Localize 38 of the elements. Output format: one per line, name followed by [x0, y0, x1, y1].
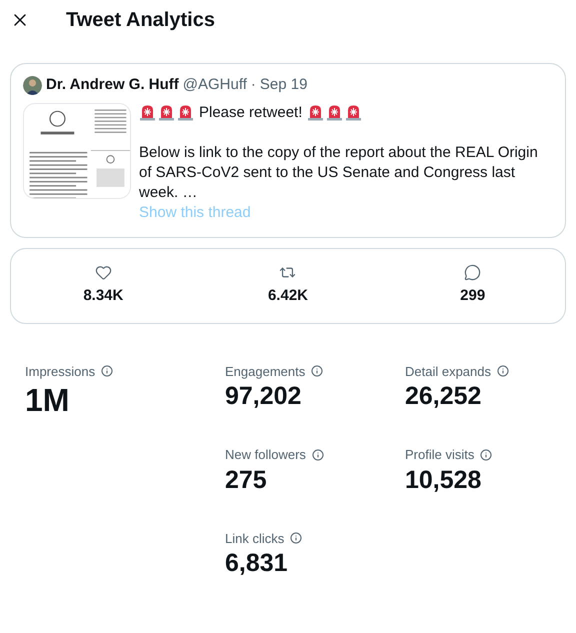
metric-value: 1M — [25, 381, 70, 419]
tweet-headline: Please retweet! — [199, 102, 302, 122]
metric-value: 97,202 — [225, 381, 302, 411]
metric-label: Profile visits — [405, 446, 474, 464]
metric-value: 275 — [225, 464, 268, 494]
engagement-count: 8.34K — [83, 286, 124, 306]
tweet-date: Sep 19 — [260, 75, 308, 95]
metric-label: New followers — [225, 446, 306, 464]
tweet-text: Below is link to the copy of the report about the REAL Origin of SARS-CoV2 sent to the US Senate and Congress last week. … — [139, 142, 539, 202]
info-icon[interactable] — [480, 448, 492, 461]
avatar — [23, 76, 42, 95]
siren-icon — [158, 104, 175, 121]
siren-icon — [326, 104, 344, 121]
siren-icon — [177, 104, 194, 121]
metric-label: Detail expands — [405, 362, 491, 381]
author-handle: @AGHuff — [182, 75, 247, 95]
metric-label: Engagements — [225, 362, 306, 381]
metric-label: Link clicks — [225, 530, 284, 548]
siren-icon — [307, 104, 324, 121]
heart-icon — [94, 264, 112, 281]
separator: · — [250, 75, 256, 95]
metric-value: 6,831 — [225, 548, 289, 578]
siren-icon — [139, 104, 156, 121]
info-icon[interactable] — [290, 532, 302, 544]
engagement-count: 6.42K — [268, 286, 308, 306]
metric-value: 10,528 — [405, 464, 482, 494]
info-icon[interactable] — [312, 448, 324, 461]
siren-icon — [345, 104, 362, 121]
tweet-card[interactable]: Dr. Andrew G. Huff @AGHuff · Sep 19 Please retweet! Below is link to the copy of the report about the REAL Origin of SARS-CoV2 sent to the US Senate and Congress last week. … Show this thread — [10, 63, 566, 238]
info-icon[interactable] — [311, 365, 324, 378]
speech-bubble-icon — [464, 264, 482, 281]
metric-value: 26,252 — [405, 381, 482, 411]
info-icon[interactable] — [497, 365, 509, 378]
page-title: Tweet Analytics — [66, 8, 215, 33]
metric-label: Impressions — [25, 362, 96, 381]
author-name: Dr. Andrew G. Huff — [46, 75, 179, 95]
engagement-count: 299 — [460, 286, 486, 306]
info-icon[interactable] — [101, 365, 114, 378]
